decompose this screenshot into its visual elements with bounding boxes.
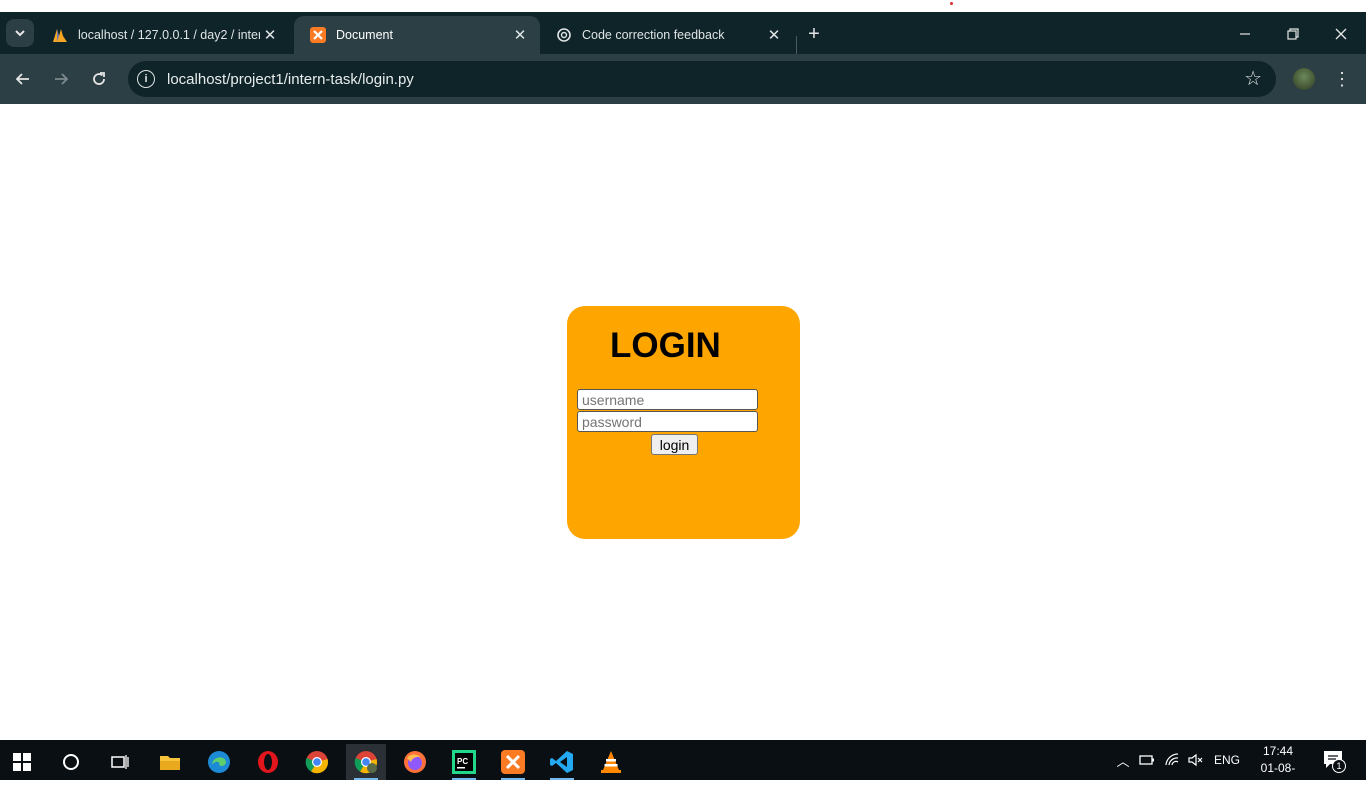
address-bar[interactable]: i localhost/project1/intern-task/login.p… <box>128 61 1276 97</box>
tab-bar: localhost / 127.0.0.1 / day2 / intern ✕ … <box>0 12 1366 54</box>
notification-badge: 1 <box>1332 759 1346 773</box>
volume-muted-icon[interactable] <box>1184 753 1208 767</box>
close-icon[interactable]: ✕ <box>510 25 530 45</box>
wifi-icon[interactable] <box>1160 753 1184 767</box>
xampp-icon <box>310 27 326 43</box>
login-title: LOGIN <box>610 326 721 365</box>
language-indicator[interactable]: ENG <box>1208 753 1246 767</box>
firefox-icon[interactable] <box>395 744 435 780</box>
edge-icon[interactable] <box>199 744 239 780</box>
clock[interactable]: 17:44 01-08-2025 <box>1248 743 1308 794</box>
star-icon[interactable]: ☆ <box>1244 68 1262 90</box>
close-icon[interactable]: ✕ <box>764 25 784 45</box>
file-explorer-icon[interactable] <box>150 744 190 780</box>
minimize-icon <box>1240 33 1250 35</box>
window-close-button[interactable] <box>1318 24 1364 44</box>
xampp-icon[interactable] <box>493 744 533 780</box>
search-icon[interactable] <box>51 744 91 780</box>
start-icon[interactable] <box>2 744 42 780</box>
arrow-right-icon <box>55 73 69 85</box>
minimize-button[interactable] <box>1222 24 1268 44</box>
restore-button[interactable] <box>1270 24 1316 44</box>
chrome-icon[interactable] <box>297 744 337 780</box>
system-tray: ︿ ENG <box>1112 740 1246 780</box>
login-button[interactable]: login <box>651 434 698 455</box>
new-tab-button[interactable]: + <box>802 22 826 46</box>
more-vertical-icon: ⋮ <box>1333 68 1351 89</box>
phpmyadmin-icon <box>52 27 68 43</box>
url-text[interactable]: localhost/project1/intern-task/login.py <box>167 71 414 88</box>
restore-icon <box>1287 28 1299 40</box>
chevron-down-icon <box>15 30 25 37</box>
tab-document[interactable]: Document ✕ <box>294 16 540 54</box>
task-view-icon[interactable] <box>100 744 140 780</box>
chevron-up-icon[interactable]: ︿ <box>1112 751 1134 770</box>
page-content: LOGIN login <box>0 104 1366 740</box>
clock-date: 01-08-2025 <box>1260 761 1296 792</box>
pycharm-icon[interactable]: PC <box>444 744 484 780</box>
tab-phpmyadmin[interactable]: localhost / 127.0.0.1 / day2 / intern ✕ <box>36 16 290 54</box>
tab-separator <box>796 36 797 54</box>
chrome-profile-icon[interactable] <box>346 744 386 780</box>
browser-toolbar: i localhost/project1/intern-task/login.p… <box>0 54 1366 104</box>
svg-text:PC: PC <box>457 757 468 766</box>
clock-time: 17:44 <box>1262 744 1294 758</box>
tab-search-button[interactable] <box>6 19 34 47</box>
reload-button[interactable] <box>86 66 112 92</box>
indicator-dot <box>950 2 953 5</box>
vlc-icon[interactable] <box>591 744 631 780</box>
arrow-left-icon <box>15 73 29 85</box>
tab-title: Document <box>336 28 393 42</box>
username-input[interactable] <box>577 389 758 410</box>
back-button[interactable] <box>10 66 36 92</box>
battery-icon[interactable] <box>1134 754 1160 766</box>
login-card: LOGIN login <box>567 306 800 539</box>
opera-icon[interactable] <box>248 744 288 780</box>
profile-avatar[interactable] <box>1293 68 1315 90</box>
close-icon <box>1335 28 1347 40</box>
tab-title: localhost / 127.0.0.1 / day2 / intern <box>78 28 260 42</box>
tab-title: Code correction feedback <box>582 28 725 42</box>
top-strip <box>0 0 1366 12</box>
vscode-icon[interactable] <box>542 744 582 780</box>
password-input[interactable] <box>577 411 758 432</box>
plus-icon: + <box>808 22 820 45</box>
taskbar: PC ︿ ENG 17:44 01-08-2025 1 <box>0 740 1366 792</box>
notification-center-button[interactable]: 1 <box>1322 748 1346 773</box>
reload-icon <box>93 72 105 85</box>
chatgpt-icon <box>556 27 572 43</box>
site-info-icon[interactable]: i <box>137 70 155 88</box>
close-icon[interactable]: ✕ <box>260 25 280 45</box>
browser-menu-button[interactable]: ⋮ <box>1330 67 1354 91</box>
forward-button[interactable] <box>48 66 74 92</box>
tab-code-correction[interactable]: Code correction feedback ✕ <box>540 16 794 54</box>
